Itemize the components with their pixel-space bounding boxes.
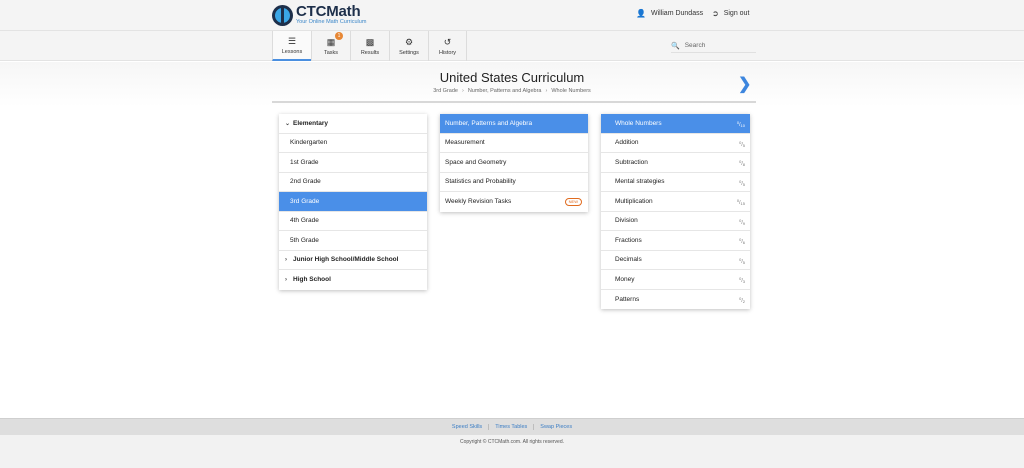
progress-count: 0/9 [739, 217, 745, 226]
page-title: United States Curriculum [439, 70, 585, 85]
topic-division[interactable]: Division 0/9 [601, 212, 750, 231]
strand-panel: Number, Patterns and Algebra Measurement… [440, 114, 588, 212]
progress-count: 0/8 [739, 159, 745, 167]
new-badge: NEW [564, 198, 582, 206]
breadcrumb: 3rd Grade › Number, Patterns and Algebra › W… [0, 88, 1024, 94]
chevron-right-icon: › [285, 276, 287, 283]
topic-mental-strategies[interactable]: Mental strategies 0/5 [601, 173, 750, 192]
tab-lessons[interactable]: ☰ Lessons [272, 31, 311, 61]
main-tabs: ☰ Lessons ▦ 1 Tasks ▩ Results ⚙ Settings… [272, 31, 467, 61]
gear-icon: ⚙ [404, 36, 414, 47]
topic-fractions[interactable]: Fractions 0/6 [601, 231, 750, 251]
top-bar: CTCMath Your Online Math Curriculum 👤 Wi… [0, 0, 1024, 30]
times-tables-link[interactable]: Times Tables [489, 424, 535, 430]
grade-kindergarten[interactable]: Kindergarten [279, 134, 427, 153]
nav-bar: ☰ Lessons ▦ 1 Tasks ▩ Results ⚙ Settings… [0, 30, 1024, 61]
tab-settings[interactable]: ⚙ Settings [389, 31, 428, 61]
topic-panel: Whole Numbers 0/10 Addition 0/5 Subtractio… [601, 114, 750, 309]
chevron-down-icon: ⌄ [285, 120, 291, 127]
search-icon: 🔍 [671, 42, 680, 50]
copyright: Copyright © CTCMath.com. All rights rese… [460, 439, 564, 445]
progress-count: 0/10 [736, 120, 745, 128]
breadcrumb-strand[interactable]: Number, Patterns and Algebra [468, 88, 542, 94]
progress-count: 0/5 [739, 178, 745, 187]
tasks-count-badge: 1 [335, 32, 343, 40]
chevron-right-icon: › [285, 256, 287, 263]
user-name: William Dundass [650, 10, 704, 17]
group-high-school[interactable]: › High School [279, 270, 427, 290]
topic-decimals[interactable]: Decimals 0/5 [601, 251, 750, 270]
chevron-right-icon: › [461, 88, 464, 94]
grade-1st[interactable]: 1st Grade [279, 153, 427, 173]
progress-count: 0/5 [739, 256, 745, 265]
tasks-icon: ▦ [326, 36, 336, 47]
level-panel: ⌄ Elementary Kindergarten 1st Grade 2nd … [279, 114, 427, 290]
header-divider [272, 101, 756, 103]
sign-out-link[interactable]: ➲ Sign out [712, 9, 749, 18]
topic-money[interactable]: Money 0/3 [601, 270, 750, 290]
logo-tagline: Your Online Math Curriculum [296, 19, 367, 26]
topic-multiplication[interactable]: Multiplication 0/15 [601, 192, 750, 212]
progress-count: 0/3 [739, 276, 745, 284]
sign-out-icon: ➲ [712, 9, 719, 18]
strand-number-patterns-algebra[interactable]: Number, Patterns and Algebra [440, 114, 588, 134]
bar-chart-icon: ▩ [365, 36, 375, 47]
chevron-right-icon: › [545, 88, 548, 94]
group-elementary[interactable]: ⌄ Elementary [279, 114, 427, 134]
logo-name: CTCMath [296, 3, 361, 21]
topic-addition[interactable]: Addition 0/5 [601, 134, 750, 153]
progress-count: 0/2 [739, 295, 745, 304]
search-input[interactable] [684, 42, 755, 49]
grade-5th[interactable]: 5th Grade [279, 231, 427, 251]
tab-results[interactable]: ▩ Results [350, 31, 389, 61]
strand-measurement[interactable]: Measurement [440, 134, 588, 153]
ctcmath-logo[interactable]: CTCMath Your Online Math Curriculum [272, 4, 366, 26]
sign-out-label: Sign out [723, 10, 750, 17]
topic-whole-numbers[interactable]: Whole Numbers 0/10 [601, 114, 750, 134]
breadcrumb-grade[interactable]: 3rd Grade [433, 88, 458, 94]
topic-patterns[interactable]: Patterns 0/2 [601, 290, 750, 310]
strand-space-geometry[interactable]: Space and Geometry [440, 153, 588, 173]
user-menu[interactable]: 👤 William Dundass [636, 9, 703, 18]
grade-2nd[interactable]: 2nd Grade [279, 173, 427, 192]
strand-weekly-revision-tasks[interactable]: Weekly Revision Tasks NEW [440, 192, 588, 212]
list-icon: ☰ [287, 35, 297, 46]
breadcrumb-topic[interactable]: Whole Numbers [551, 88, 590, 94]
progress-count: 0/15 [736, 198, 745, 206]
swap-pieces-link[interactable]: Swap Pieces [534, 424, 578, 430]
speed-skills-link[interactable]: Speed Skills [446, 424, 490, 430]
grade-3rd[interactable]: 3rd Grade [279, 192, 427, 212]
logo-icon [272, 4, 293, 26]
progress-count: 0/6 [739, 237, 745, 245]
footer-links: Speed Skills Times Tables Swap Pieces [0, 418, 1024, 435]
progress-count: 0/5 [739, 139, 745, 148]
search-box: 🔍 [671, 39, 756, 53]
tab-history[interactable]: ↺ History [428, 31, 467, 61]
group-junior-high[interactable]: › Junior High School/Middle School [279, 251, 427, 270]
grade-4th[interactable]: 4th Grade [279, 212, 427, 231]
tab-tasks[interactable]: ▦ 1 Tasks [311, 31, 350, 61]
history-icon: ↺ [443, 36, 452, 47]
next-arrow-icon[interactable]: ❯ [738, 74, 751, 94]
user-icon: 👤 [636, 9, 646, 18]
strand-statistics-probability[interactable]: Statistics and Probability [440, 173, 588, 192]
topic-subtraction[interactable]: Subtraction 0/8 [601, 153, 750, 173]
